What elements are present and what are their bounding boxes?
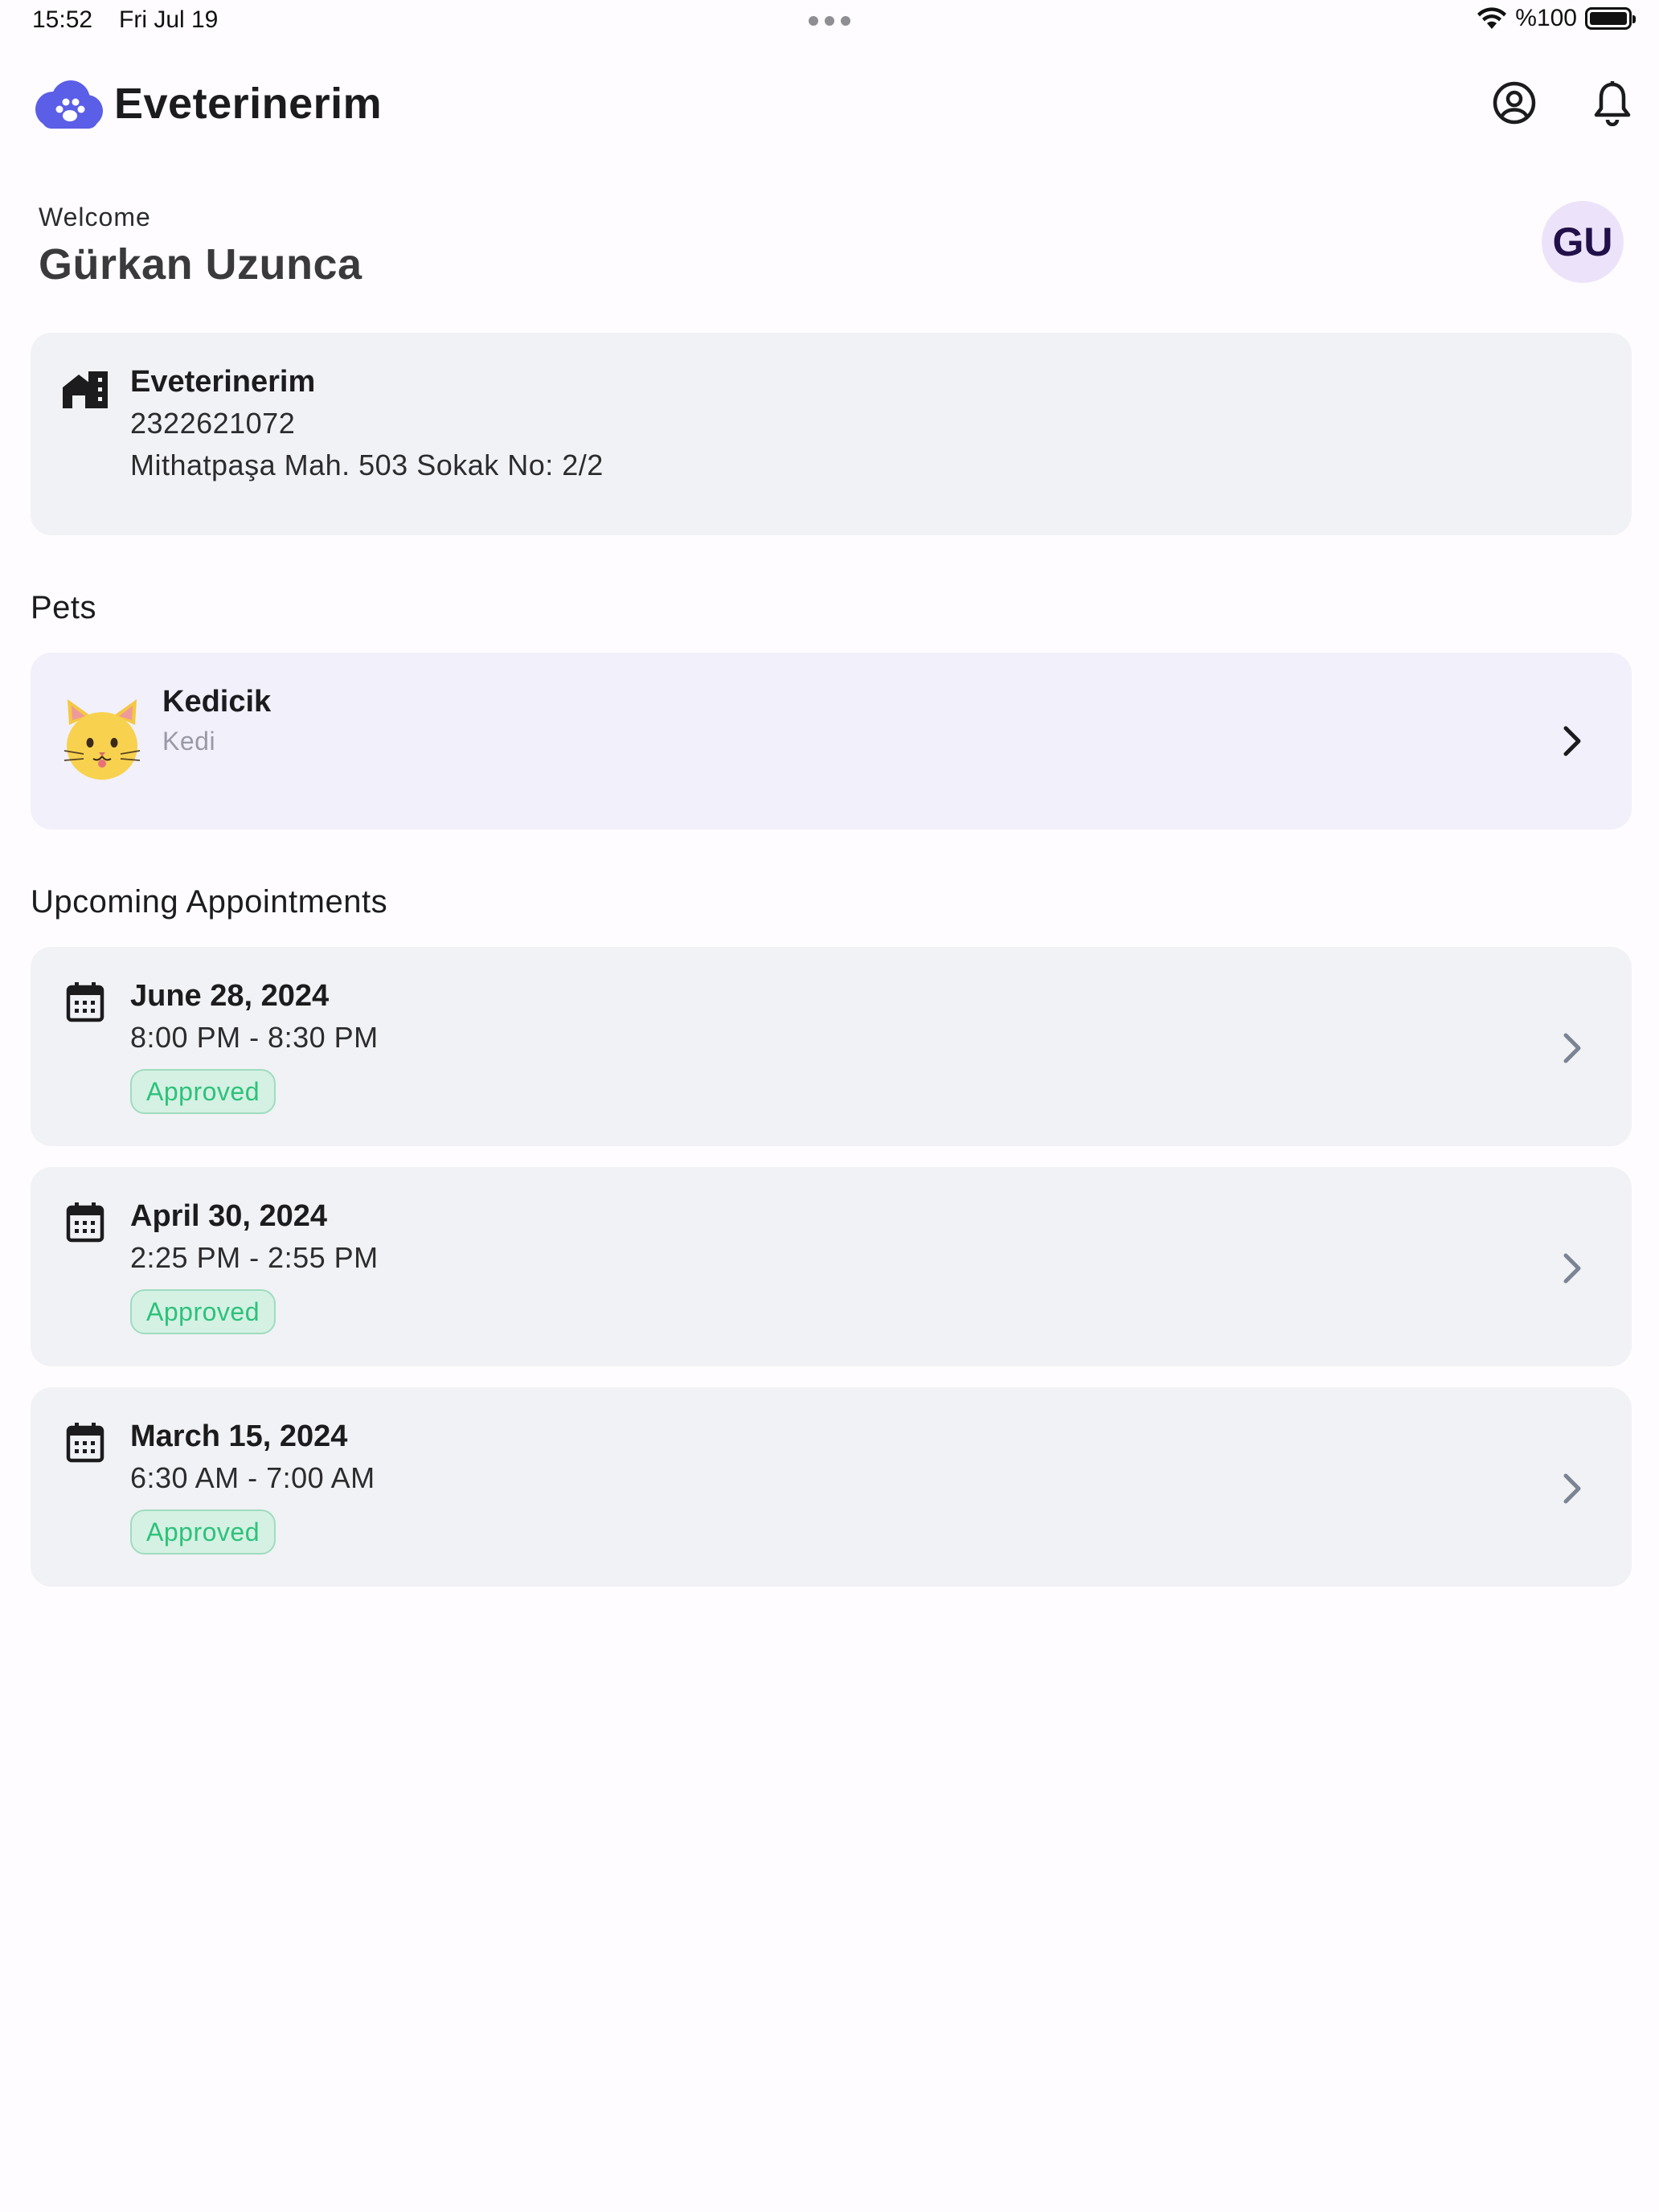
chevron-right-icon: [1563, 1473, 1581, 1504]
pets-section-title: Pets: [31, 590, 97, 625]
status-indicators: %100: [1477, 5, 1636, 32]
welcome-label: Welcome: [39, 203, 151, 231]
chevron-right-icon: [1563, 726, 1581, 756]
status-badge: Approved: [130, 1289, 276, 1334]
calendar-icon: [66, 982, 104, 1022]
calendar-icon: [66, 1202, 104, 1243]
appointments-section-title: Upcoming Appointments: [31, 884, 388, 920]
appointment-card[interactable]: June 28, 2024 8:00 PM - 8:30 PM Approved: [31, 947, 1632, 1146]
battery-icon: [1585, 7, 1636, 30]
chevron-right-icon: [1563, 1033, 1581, 1063]
chevron-right-icon: [1563, 1253, 1581, 1284]
wifi-icon: [1477, 7, 1507, 29]
appointment-date: June 28, 2024: [130, 979, 330, 1013]
paw-cloud-logo-icon: [35, 80, 103, 129]
building-icon: [63, 371, 108, 408]
multitasking-dots-icon[interactable]: [809, 16, 850, 26]
clinic-address: Mithatpaşa Mah. 503 Sokak No: 2/2: [130, 449, 604, 481]
calendar-icon: [66, 1423, 104, 1463]
appointment-date: April 30, 2024: [130, 1199, 328, 1233]
appointment-time: 2:25 PM - 2:55 PM: [130, 1241, 379, 1274]
clinic-phone: 2322621072: [130, 407, 296, 440]
status-badge: Approved: [130, 1069, 276, 1114]
bell-icon: [1594, 81, 1631, 126]
profile-button[interactable]: [1489, 77, 1540, 129]
appointment-time: 8:00 PM - 8:30 PM: [130, 1021, 379, 1054]
clinic-name: Eveterinerim: [130, 365, 316, 399]
status-bar: 15:52 Fri Jul 19 %100: [0, 0, 1659, 45]
appointment-card[interactable]: April 30, 2024 2:25 PM - 2:55 PM Approve…: [31, 1167, 1632, 1366]
battery-percentage: %100: [1515, 5, 1577, 31]
user-circle-icon: [1493, 81, 1536, 125]
appointment-date: March 15, 2024: [130, 1419, 348, 1453]
notifications-button[interactable]: [1587, 77, 1638, 129]
pet-name: Kedicik: [162, 685, 272, 719]
status-time: 15:52: [32, 6, 93, 33]
appointment-time: 6:30 AM - 7:00 AM: [130, 1461, 375, 1494]
status-date: Fri Jul 19: [119, 6, 219, 33]
clinic-card: Eveterinerim 2322621072 Mithatpaşa Mah. …: [31, 333, 1632, 535]
cat-face-icon: [63, 699, 141, 780]
app-header: Eveterinerim: [0, 72, 1659, 137]
status-badge: Approved: [130, 1509, 276, 1555]
avatar[interactable]: GU: [1542, 201, 1624, 283]
appointment-card[interactable]: March 15, 2024 6:30 AM - 7:00 AM Approve…: [31, 1387, 1632, 1587]
app-title: Eveterinerim: [114, 80, 383, 128]
pet-card[interactable]: Kedicik Kedi: [31, 653, 1632, 830]
user-name: Gürkan Uzunca: [39, 240, 363, 289]
pet-type: Kedi: [162, 727, 216, 756]
